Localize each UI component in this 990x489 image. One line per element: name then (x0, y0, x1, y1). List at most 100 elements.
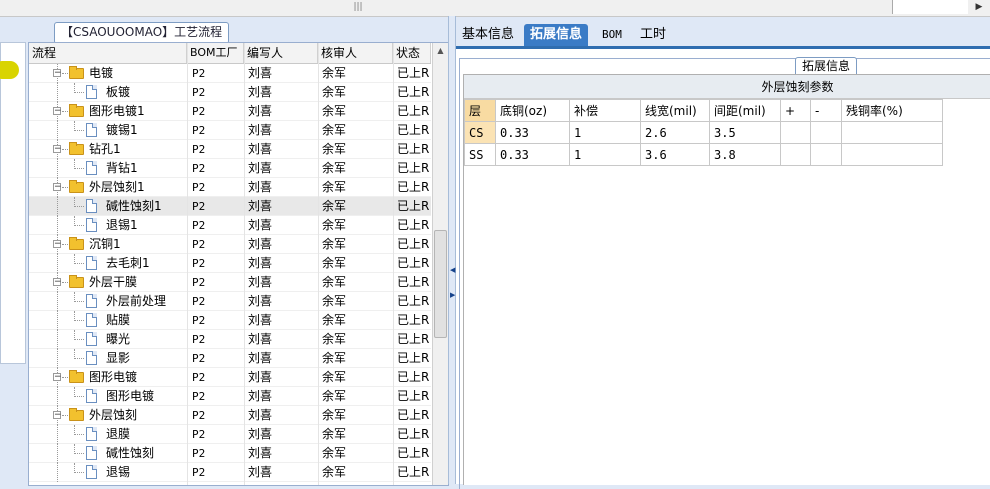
param-row[interactable]: CS 0.33 1 2.6 3.5 (464, 121, 943, 144)
tree-node[interactable]: 显影 (29, 349, 186, 368)
tree-row[interactable]: − 外层干膜 P2 刘喜 余军 已上R (29, 273, 431, 292)
param-header-residual-copper[interactable]: 残铜率(%) (841, 99, 943, 122)
tree-row[interactable]: − 图形电镀 P2 刘喜 余军 已上R (29, 368, 431, 387)
status-cell[interactable]: 已上R (397, 273, 431, 292)
status-cell[interactable]: 已上R (397, 387, 431, 406)
bom-cell[interactable]: P2 (192, 197, 244, 216)
param-cell[interactable]: 0.33 (495, 143, 570, 166)
status-cell[interactable]: 已上R (397, 197, 431, 216)
param-cell[interactable] (841, 143, 943, 166)
param-header-minus[interactable]: - (810, 99, 842, 122)
reviewer-cell[interactable]: 余军 (322, 254, 392, 273)
collapse-toggle-icon[interactable]: − (53, 278, 62, 287)
bom-cell[interactable]: P2 (192, 444, 244, 463)
param-cell[interactable]: SS (464, 143, 496, 166)
scroll-up-icon[interactable]: ▲ (433, 43, 448, 59)
param-cell[interactable]: 1 (569, 143, 641, 166)
writer-cell[interactable]: 刘喜 (248, 102, 318, 121)
reviewer-cell[interactable]: 余军 (322, 178, 392, 197)
reviewer-cell[interactable]: 余军 (322, 387, 392, 406)
tree-row[interactable]: 贴膜 P2 刘喜 余军 已上R (29, 311, 431, 330)
tree-row[interactable]: 背钻1 P2 刘喜 余军 已上R (29, 159, 431, 178)
writer-cell[interactable]: 刘喜 (248, 235, 318, 254)
reviewer-cell[interactable]: 余军 (322, 102, 392, 121)
bom-cell[interactable]: P2 (192, 330, 244, 349)
bom-cell[interactable]: P2 (192, 178, 244, 197)
tab-bom[interactable]: BOM (596, 24, 628, 46)
status-cell[interactable]: 已上R (397, 311, 431, 330)
reviewer-cell[interactable]: 余军 (322, 273, 392, 292)
status-cell[interactable]: 已上R (397, 140, 431, 159)
tree-node[interactable]: − 沉铜1 (29, 235, 186, 254)
writer-cell[interactable]: 刘喜 (248, 178, 318, 197)
bom-cell[interactable]: P2 (192, 83, 244, 102)
tree-node[interactable]: − 外层干膜 (29, 273, 186, 292)
tree-row[interactable]: 退锡 P2 刘喜 余军 已上R (29, 463, 431, 482)
tree-node[interactable]: 图形电镀 (29, 387, 186, 406)
tree-row[interactable]: 曝光 P2 刘喜 余军 已上R (29, 330, 431, 349)
column-header-reviewer[interactable]: 核审人 (318, 43, 393, 63)
writer-cell[interactable]: 刘喜 (248, 140, 318, 159)
column-header-flow[interactable]: 流程 (29, 43, 187, 63)
scroll-right-icon[interactable]: ▶ (968, 0, 990, 14)
tree-node[interactable]: − 外层蚀刻 (29, 406, 186, 425)
param-header-base-copper[interactable]: 底铜(oz) (495, 99, 570, 122)
tree-row[interactable]: 镀锡1 P2 刘喜 余军 已上R (29, 121, 431, 140)
param-cell[interactable]: 2.6 (640, 121, 710, 144)
reviewer-cell[interactable]: 余军 (322, 425, 392, 444)
tree-row[interactable]: 图形电镀 P2 刘喜 余军 已上R (29, 387, 431, 406)
tree-row[interactable]: 去毛刺1 P2 刘喜 余军 已上R (29, 254, 431, 273)
param-header-spacing[interactable]: 间距(mil) (709, 99, 781, 122)
writer-cell[interactable]: 刘喜 (248, 387, 318, 406)
writer-cell[interactable]: 刘喜 (248, 425, 318, 444)
tree-row[interactable]: − 图形电镀1 P2 刘喜 余军 已上R (29, 102, 431, 121)
tab-extended-info[interactable]: 拓展信息 (524, 24, 589, 46)
writer-cell[interactable]: 刘喜 (248, 406, 318, 425)
param-header-line-width[interactable]: 线宽(mil) (640, 99, 710, 122)
param-cell[interactable] (810, 143, 842, 166)
bom-cell[interactable]: P2 (192, 216, 244, 235)
bom-cell[interactable]: P2 (192, 235, 244, 254)
scrollbar-thumb[interactable] (434, 230, 447, 338)
bom-cell[interactable]: P2 (192, 254, 244, 273)
bom-cell[interactable]: P2 (192, 159, 244, 178)
tree-node[interactable]: − 图形电镀1 (29, 102, 186, 121)
param-row[interactable]: SS 0.33 1 3.6 3.8 (464, 143, 943, 166)
writer-cell[interactable]: 刘喜 (248, 368, 318, 387)
vertical-scrollbar[interactable]: ▲ (432, 43, 448, 485)
status-cell[interactable]: 已上R (397, 102, 431, 121)
reviewer-cell[interactable]: 余军 (322, 235, 392, 254)
status-cell[interactable]: 已上R (397, 254, 431, 273)
param-cell[interactable] (780, 121, 811, 144)
tree-node[interactable]: 退锡1 (29, 216, 186, 235)
tree-node[interactable]: − 图形电镀 (29, 368, 186, 387)
tree-row[interactable]: 碱性蚀刻 P2 刘喜 余军 已上R (29, 444, 431, 463)
status-cell[interactable]: 已上R (397, 368, 431, 387)
tree-node[interactable]: − 外层蚀刻1 (29, 178, 186, 197)
writer-cell[interactable]: 刘喜 (248, 159, 318, 178)
bom-cell[interactable]: P2 (192, 368, 244, 387)
bom-cell[interactable]: P2 (192, 463, 244, 482)
tree-node[interactable]: − 电镀 (29, 64, 186, 83)
param-cell[interactable]: CS (464, 121, 496, 144)
collapse-toggle-icon[interactable]: − (53, 145, 62, 154)
param-header-plus[interactable]: + (780, 99, 811, 122)
bom-cell[interactable]: P2 (192, 140, 244, 159)
tree-node[interactable]: 去毛刺1 (29, 254, 186, 273)
status-cell[interactable]: 已上R (397, 444, 431, 463)
panel-splitter[interactable]: ◀ ▶ (448, 16, 456, 484)
column-header-bom[interactable]: BOM工厂 (187, 43, 244, 63)
reviewer-cell[interactable]: 余军 (322, 121, 392, 140)
tab-basic-info[interactable]: 基本信息 (456, 24, 520, 46)
bom-cell[interactable]: P2 (192, 425, 244, 444)
tree-row[interactable]: − 外层蚀刻1 P2 刘喜 余军 已上R (29, 178, 431, 197)
tree-row[interactable]: 外层前处理 P2 刘喜 余军 已上R (29, 292, 431, 311)
bom-cell[interactable]: P2 (192, 406, 244, 425)
param-cell[interactable]: 3.8 (709, 143, 781, 166)
column-header-writer[interactable]: 编写人 (244, 43, 318, 63)
param-cell[interactable] (810, 121, 842, 144)
writer-cell[interactable]: 刘喜 (248, 64, 318, 83)
tree-node[interactable]: 板镀 (29, 83, 186, 102)
reviewer-cell[interactable]: 余军 (322, 159, 392, 178)
writer-cell[interactable]: 刘喜 (248, 311, 318, 330)
